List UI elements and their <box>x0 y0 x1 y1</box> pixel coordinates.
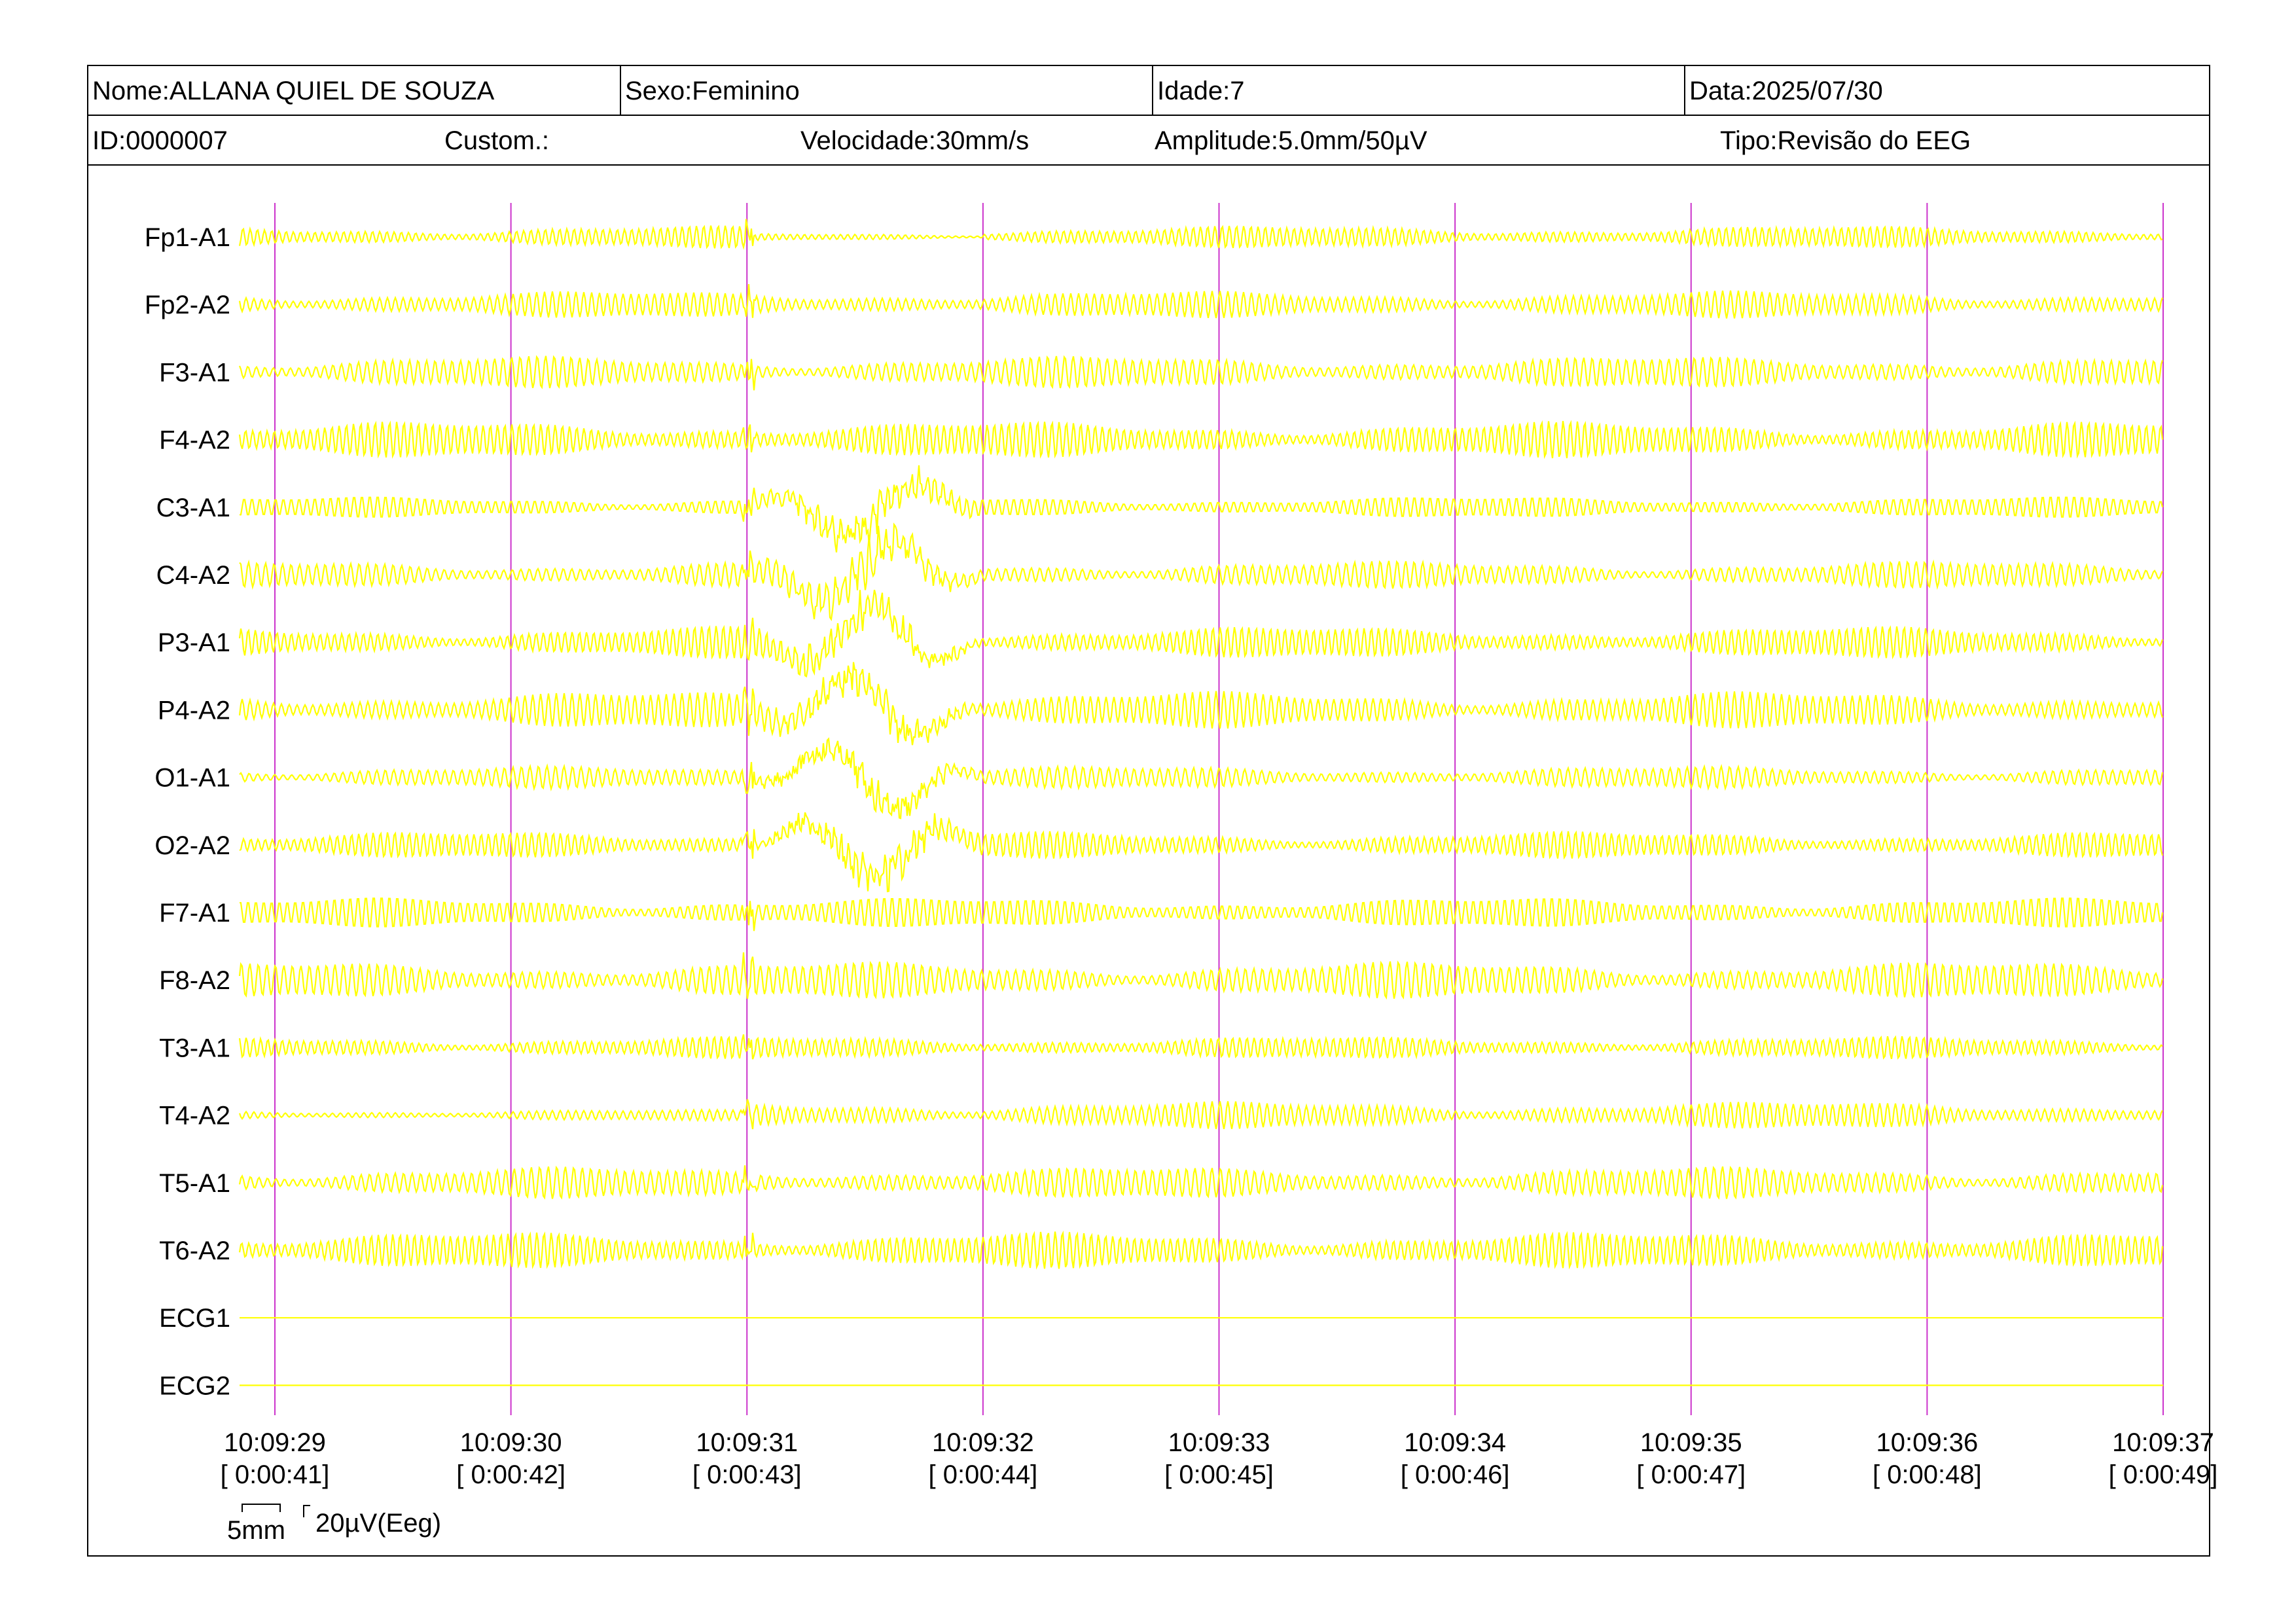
channel-label: Fp2-A2 <box>145 291 230 319</box>
time-elapsed-label: [ 0:00:46] <box>1401 1460 1510 1489</box>
channel-label: O1-A1 <box>154 764 230 793</box>
time-elapsed-label: [ 0:00:49] <box>2109 1460 2218 1489</box>
time-elapsed-label: [ 0:00:43] <box>692 1460 802 1489</box>
eeg-trace <box>238 1230 2164 1270</box>
eeg-trace <box>238 662 2164 746</box>
channel-label: T6-A2 <box>159 1236 230 1265</box>
time-clock-label: 10:09:37 <box>2112 1428 2214 1457</box>
eeg-trace <box>238 1165 2164 1200</box>
eeg-trace <box>239 737 2164 820</box>
time-clock-label: 10:09:31 <box>696 1428 798 1457</box>
eeg-trace <box>239 897 2164 931</box>
channel-label: T4-A2 <box>159 1102 230 1130</box>
channel-labels: Fp1-A1 Fp2-A2 F3-A1 F4-A2 C3-A1 C4-A2 P3-A1 P4-… <box>145 223 230 1400</box>
time-scale-label: 5mm <box>227 1516 285 1545</box>
channel-label: F4-A2 <box>159 426 230 455</box>
amp-scale-label: 20µV(Eeg) <box>315 1509 441 1538</box>
channel-label: ECG1 <box>159 1304 230 1333</box>
channel-label: F8-A2 <box>159 966 230 995</box>
eeg-trace <box>238 1034 2163 1060</box>
time-elapsed-label: [ 0:00:44] <box>928 1460 1037 1489</box>
channel-label: Fp1-A1 <box>145 223 230 252</box>
eeg-trace <box>238 590 2164 678</box>
time-scale-bracket <box>242 1504 281 1512</box>
eeg-trace <box>238 420 2164 460</box>
channel-label: ECG2 <box>159 1371 230 1400</box>
eeg-trace <box>239 522 2163 622</box>
channel-label: C4-A2 <box>156 561 230 590</box>
eeg-trace <box>238 1099 2163 1130</box>
time-labels: 10:09:29 [ 0:00:41] 10:09:30 [ 0:00:42] 10:0… <box>221 1428 2218 1489</box>
channel-label: T3-A1 <box>159 1034 230 1062</box>
scale-bar: 5mm 20µV(Eeg) <box>227 1504 441 1545</box>
eeg-trace <box>238 355 2164 391</box>
time-elapsed-label: [ 0:00:47] <box>1636 1460 1746 1489</box>
channel-label: P3-A1 <box>158 628 230 657</box>
channel-label: P4-A2 <box>158 696 230 725</box>
eeg-trace <box>238 219 2163 250</box>
time-clock-label: 10:09:35 <box>1640 1428 1742 1457</box>
time-elapsed-label: [ 0:00:45] <box>1164 1460 1274 1489</box>
time-clock-label: 10:09:32 <box>932 1428 1034 1457</box>
amp-scale-bracket <box>303 1505 310 1517</box>
channel-label: F3-A1 <box>159 358 230 387</box>
time-clock-label: 10:09:29 <box>224 1428 326 1457</box>
channel-label: C3-A1 <box>156 494 230 522</box>
eeg-trace <box>238 952 2164 1000</box>
time-clock-label: 10:09:30 <box>460 1428 562 1457</box>
time-elapsed-label: [ 0:00:41] <box>221 1460 330 1489</box>
time-clock-label: 10:09:33 <box>1168 1428 1270 1457</box>
time-elapsed-label: [ 0:00:42] <box>456 1460 565 1489</box>
eeg-trace <box>239 465 2164 552</box>
time-clock-label: 10:09:36 <box>1876 1428 1979 1457</box>
time-clock-label: 10:09:34 <box>1404 1428 1506 1457</box>
time-elapsed-label: [ 0:00:48] <box>1873 1460 1982 1489</box>
channel-label: T5-A1 <box>159 1169 230 1198</box>
eeg-trace <box>238 284 2164 319</box>
eeg-chart: Fp1-A1 Fp2-A2 F3-A1 F4-A2 C3-A1 C4-A2 P3-A1 P4-… <box>145 203 2218 1545</box>
channel-label: O2-A2 <box>154 831 230 860</box>
channel-label: F7-A1 <box>159 899 230 928</box>
eeg-trace <box>239 812 2164 893</box>
eeg-traces <box>238 219 2164 1386</box>
